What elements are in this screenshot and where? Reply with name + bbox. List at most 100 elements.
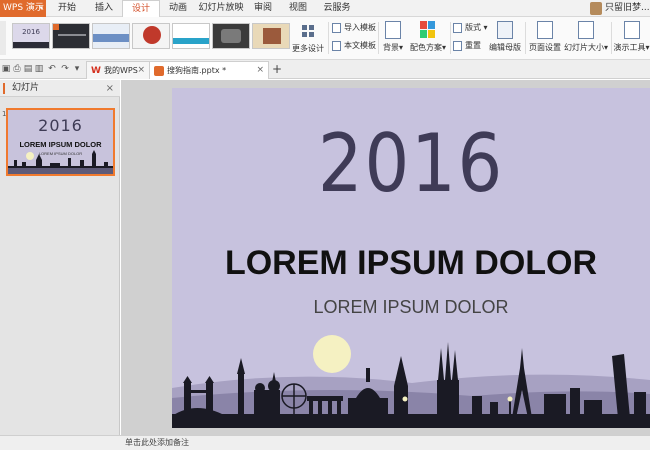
presenter-tools-button[interactable]: 演示工具▾: [613, 20, 650, 58]
close-icon[interactable]: ×: [106, 80, 114, 97]
tab-label: 设计: [131, 4, 150, 14]
more-design-button[interactable]: 更多设计: [290, 21, 326, 57]
color-scheme-text: 配色方案: [409, 43, 442, 52]
background-label: 背景▾: [382, 43, 403, 52]
user-name: 只留旧梦...: [605, 3, 650, 13]
background-icon: [385, 21, 401, 39]
user-account[interactable]: 只留旧梦...: [590, 0, 650, 17]
ribbon-divider: [525, 22, 526, 54]
tab-review[interactable]: 审阅: [250, 0, 276, 17]
tab-view[interactable]: 视图: [285, 0, 311, 17]
theme-thumb-5[interactable]: [172, 23, 210, 49]
reset-button[interactable]: 重置: [453, 39, 485, 53]
slide-size-button[interactable]: 幻灯片大小▾: [563, 20, 609, 58]
presenter-icon: [623, 21, 640, 39]
theme-thumb-year: 2016: [22, 28, 40, 36]
theme-thumb-6[interactable]: [212, 23, 250, 49]
slide-size-text: 幻灯片大小: [563, 43, 604, 52]
color-scheme-button[interactable]: 配色方案▾: [408, 20, 448, 58]
ribbon-divider: [378, 22, 379, 54]
tab-design[interactable]: 设计: [122, 0, 160, 18]
tab-label: 插入: [94, 3, 113, 13]
tab-animation[interactable]: 动画: [163, 0, 193, 17]
presenter-tools-text: 演示工具: [613, 43, 646, 52]
slides-panel-title[interactable]: 幻灯片: [12, 80, 39, 97]
import-template-button[interactable]: 导入模板: [332, 21, 378, 35]
body-template-label: 本文模板: [344, 41, 376, 50]
slide[interactable]: 2016 LOREM IPSUM DOLOR LOREM IPSUM DOLOR: [172, 88, 650, 428]
panel-marker: [3, 83, 5, 94]
ribbon-divider: [611, 22, 612, 54]
new-tab-button[interactable]: +: [271, 61, 283, 77]
color-scheme-label: 配色方案▾: [409, 43, 446, 52]
app-menu-button[interactable]: WPS 演示 ▾: [0, 0, 46, 17]
theme-thumb-4[interactable]: [132, 23, 170, 49]
palette-icon: [420, 21, 436, 39]
notes-placeholder[interactable]: 单击此处添加备注: [125, 436, 189, 450]
tab-slideshow[interactable]: 幻灯片放映: [198, 0, 244, 17]
undo-icon[interactable]: ↶: [47, 64, 57, 74]
import-icon: [332, 23, 341, 33]
more-design-label: 更多设计: [292, 44, 324, 53]
reset-icon: [453, 41, 462, 51]
print-icon[interactable]: ⎙: [12, 64, 22, 74]
layout-button[interactable]: 版式 ▾: [453, 21, 489, 35]
edit-master-button[interactable]: 编辑母版: [488, 20, 522, 58]
chevron-down-icon: ▾: [39, 4, 43, 12]
theme-thumb-band: [173, 38, 209, 44]
slide-size-label: 幻灯片大小▾: [563, 43, 608, 52]
close-icon[interactable]: ×: [137, 62, 145, 79]
ribbon-scroll-handle[interactable]: [0, 21, 6, 55]
slide-size-icon: [578, 21, 594, 39]
import-template-label: 导入模板: [344, 23, 376, 32]
save-icon[interactable]: ▣: [1, 64, 11, 74]
thumbnail-subtitle: LOREM IPSUM DOLOR: [38, 151, 83, 156]
tab-label: 云服务: [323, 3, 351, 13]
page-setup-icon: [537, 21, 553, 39]
pptx-file-icon: [154, 66, 164, 76]
tab-cloud[interactable]: 云服务: [318, 0, 356, 17]
theme-thumb-band: [93, 34, 129, 42]
export-pdf-icon[interactable]: ▥: [34, 64, 44, 74]
page-setup-button[interactable]: 页面设置: [528, 20, 562, 58]
tab-my-wps[interactable]: W 我的WPS ×: [86, 61, 150, 79]
edit-master-label: 编辑母版: [489, 43, 521, 52]
background-button[interactable]: 背景▾: [380, 20, 406, 58]
theme-thumb-1[interactable]: 2016: [12, 23, 50, 49]
moon-shape: [313, 335, 351, 373]
slide-year[interactable]: 2016: [201, 124, 622, 204]
tab-document[interactable]: 搜狗指南.pptx * ×: [149, 61, 269, 79]
app-name: WPS 演示: [3, 3, 44, 13]
page-setup-label: 页面设置: [529, 43, 561, 52]
tab-label: 动画: [168, 3, 187, 13]
theme-thumb-badge: [53, 24, 59, 30]
slide-title[interactable]: LOREM IPSUM DOLOR: [172, 244, 650, 283]
tab-insert[interactable]: 插入: [89, 0, 119, 17]
theme-thumb-photo: [263, 28, 281, 44]
tab-label: 视图: [288, 3, 307, 13]
tab-my-wps-label: 我的WPS: [104, 66, 138, 75]
body-template-button[interactable]: 本文模板: [332, 39, 378, 53]
thumbnail-title: LOREM IPSUM DOLOR: [19, 140, 102, 149]
slide-thumbnail[interactable]: 2016 LOREM IPSUM DOLOR LOREM IPSUM DOLOR: [6, 108, 115, 176]
close-icon[interactable]: ×: [256, 62, 264, 79]
notes-bar: 单击此处添加备注: [0, 435, 650, 450]
layout-label: 版式 ▾: [465, 23, 488, 32]
slides-panel-header: 幻灯片 ×: [0, 80, 120, 97]
theme-thumb-3[interactable]: [92, 23, 130, 49]
background-text: 背景: [382, 43, 399, 52]
reset-label: 重置: [465, 41, 481, 50]
city-skyline-art: [172, 335, 650, 428]
grid-icon: [302, 25, 314, 37]
chevron-down-icon[interactable]: ▾: [72, 64, 82, 74]
theme-thumb-7[interactable]: [252, 23, 290, 49]
theme-thumb-skyline: [13, 42, 49, 48]
redo-icon[interactable]: ↷: [60, 64, 70, 74]
tab-home[interactable]: 开始: [52, 0, 82, 17]
menu-bar: WPS 演示 ▾ 开始 插入 设计 动画 幻灯片放映 审阅 视图 云服务 只留旧…: [0, 0, 650, 18]
theme-thumb-line: [58, 34, 86, 36]
theme-thumb-2[interactable]: [52, 23, 90, 49]
slide-subtitle[interactable]: LOREM IPSUM DOLOR: [172, 297, 650, 318]
layout-icon: [453, 23, 462, 33]
print-preview-icon[interactable]: ▤: [23, 64, 33, 74]
